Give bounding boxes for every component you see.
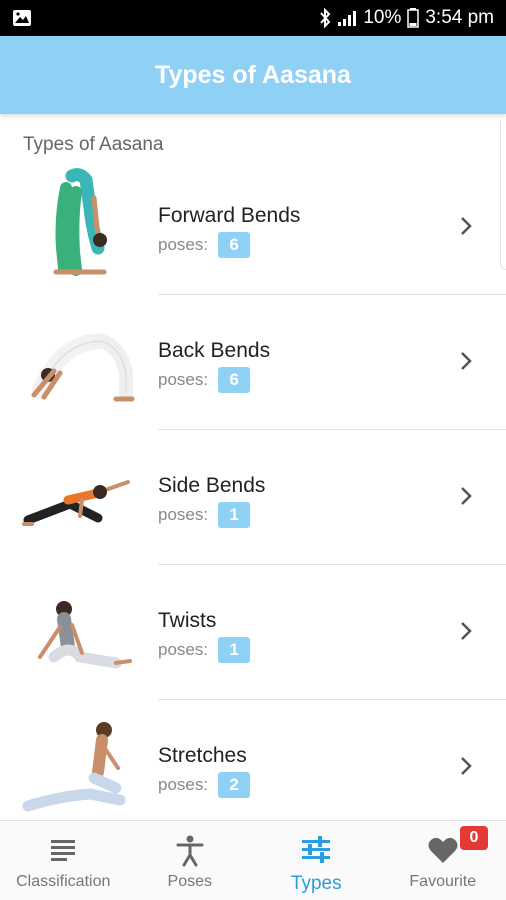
poses-count-badge: 2 <box>218 772 251 798</box>
poses-count-badge: 6 <box>218 367 251 393</box>
poses-count-badge: 6 <box>218 232 251 258</box>
nav-label: Favourite <box>409 873 477 890</box>
nav-label: Classification <box>16 873 111 890</box>
signal-icon <box>338 11 357 26</box>
chevron-right-icon <box>461 352 472 370</box>
poses-label: poses: <box>158 775 209 794</box>
poses-count-line: poses: 1 <box>158 502 251 528</box>
nav-item-classification[interactable]: Classification <box>0 821 127 900</box>
favourite-count-badge: 0 <box>460 826 488 850</box>
page-title: Types of Aasana <box>155 60 351 89</box>
list-item-title: Back Bends <box>158 339 271 362</box>
clock-time: 3:54 pm <box>425 7 494 28</box>
list-item-back-bends[interactable]: Back Bends poses: 6 <box>0 295 506 430</box>
list-item-title: Side Bends <box>158 474 266 497</box>
list-icon <box>51 840 76 861</box>
poses-count-line: poses: 6 <box>158 367 251 393</box>
bottom-navigation: Classification Poses Types Favourite <box>0 820 506 900</box>
person-icon <box>176 835 204 867</box>
poses-count-line: poses: 2 <box>158 772 251 798</box>
status-right: 10% 3:54 pm <box>319 7 494 29</box>
twist-pose-image <box>38 601 132 669</box>
nav-label: Poses <box>167 873 212 890</box>
battery-percent: 10% <box>363 7 402 28</box>
chevron-right-icon <box>461 622 472 640</box>
forward-bend-pose-image <box>53 168 107 276</box>
list-item-title: Forward Bends <box>158 204 301 227</box>
poses-label: poses: <box>158 235 209 254</box>
chevron-right-icon <box>461 217 472 235</box>
sliders-icon <box>302 836 331 863</box>
types-list: Forward Bends poses: 6 Back Bends poses:… <box>0 160 506 835</box>
poses-count-line: poses: 1 <box>158 637 251 663</box>
status-left <box>12 9 32 27</box>
chevron-right-icon <box>461 487 472 505</box>
app-bar: Types of Aasana <box>0 36 506 114</box>
poses-count-line: poses: 6 <box>158 232 251 258</box>
list-item-stretches[interactable]: Stretches poses: 2 <box>0 700 506 835</box>
bluetooth-icon <box>320 8 331 28</box>
heart-icon <box>428 837 458 863</box>
status-bar: 10% 3:54 pm <box>0 0 506 36</box>
list-item-forward-bends[interactable]: Forward Bends poses: 6 <box>0 160 506 295</box>
back-bend-pose-image <box>31 333 135 402</box>
poses-label: poses: <box>158 505 209 524</box>
nav-item-poses[interactable]: Poses <box>127 821 254 900</box>
poses-label: poses: <box>158 640 209 659</box>
chevron-right-icon <box>461 757 472 775</box>
list-item-title: Twists <box>158 609 217 632</box>
stretch-pose-image <box>22 722 126 812</box>
poses-count-badge: 1 <box>218 502 251 528</box>
nav-label: Types <box>290 873 342 894</box>
side-bend-pose-image <box>22 480 130 526</box>
section-title: Types of Aasana <box>23 134 164 155</box>
list-item-title: Stretches <box>158 744 247 767</box>
battery-icon <box>407 8 420 28</box>
image-notification-icon <box>13 10 31 26</box>
nav-item-types[interactable]: Types <box>253 821 380 900</box>
list-item-twists[interactable]: Twists poses: 1 <box>0 565 506 700</box>
poses-label: poses: <box>158 370 209 389</box>
poses-count-badge: 1 <box>218 637 251 663</box>
list-item-side-bends[interactable]: Side Bends poses: 1 <box>0 430 506 565</box>
